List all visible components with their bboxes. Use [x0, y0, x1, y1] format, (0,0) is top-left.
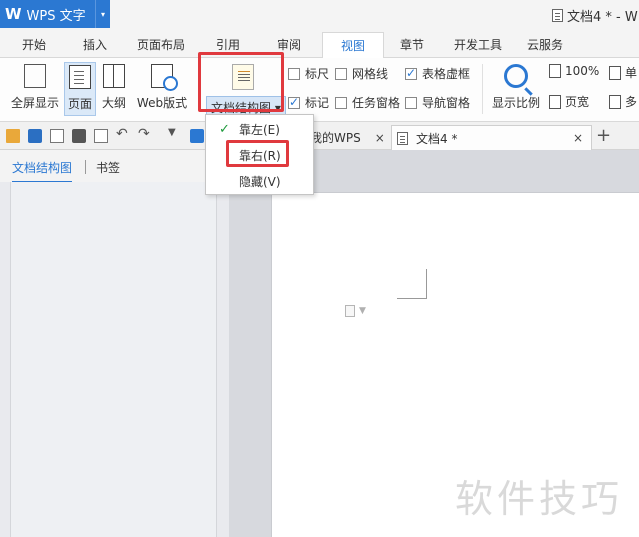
gridlines-checkbox[interactable] — [335, 67, 347, 80]
multi-page-button[interactable]: 多 — [609, 93, 637, 110]
export-pdf-icon[interactable] — [50, 129, 64, 143]
document-icon — [552, 9, 563, 22]
tab-chapter[interactable]: 章节 — [400, 36, 424, 53]
zoom-100-icon — [549, 64, 561, 78]
page-view-icon — [69, 65, 91, 89]
page-width-icon — [549, 94, 561, 109]
magnifier-icon — [504, 64, 528, 88]
cube-icon[interactable] — [190, 129, 204, 143]
zoom-ratio-button[interactable]: 显示比例 — [490, 62, 542, 116]
nav-pane-toggle[interactable]: 导航窗格 — [405, 94, 470, 111]
document-map-panel: 文档结构图 书签 — [0, 150, 229, 537]
doc-tab-document4[interactable]: 文档4 * × — [391, 125, 592, 150]
wps-logo-icon: W — [5, 5, 22, 23]
open-folder-icon[interactable] — [6, 129, 20, 143]
outline-view-button[interactable]: 大纲 — [99, 62, 129, 116]
panel-tab-divider — [85, 160, 86, 174]
window-title-text: 文档4 * - W — [567, 10, 638, 25]
app-name: WPS 文字 — [26, 8, 86, 24]
page-width-button[interactable]: 页宽 — [549, 93, 589, 110]
check-icon: ✓ — [219, 121, 230, 137]
single-page-icon — [609, 65, 621, 80]
tab-cloud[interactable]: 云服务 — [527, 36, 563, 53]
fullscreen-icon — [24, 64, 46, 88]
redo-icon[interactable]: ↷ — [138, 126, 152, 142]
task-pane-toggle[interactable]: 任务窗格 — [335, 94, 400, 111]
window-title: 文档4 * - W — [552, 6, 638, 25]
close-icon[interactable]: × — [375, 131, 385, 145]
margin-corner-mark — [397, 269, 427, 299]
tab-developer[interactable]: 开发工具 — [454, 36, 502, 53]
print-icon[interactable] — [72, 129, 86, 143]
new-tab-icon[interactable]: + — [596, 125, 611, 146]
chevron-down-icon: ▼ — [359, 306, 366, 316]
app-menu-arrow-icon[interactable]: ▾ — [95, 0, 110, 28]
ribbon-view: 全屏显示 页面 大纲 Web版式 文档结构图 ▾ 标尺 网格线 ✓ 表格虚框 ✓… — [0, 52, 639, 122]
save-icon[interactable] — [28, 129, 42, 143]
ruler-checkbox[interactable] — [288, 67, 300, 80]
gridlines-toggle[interactable]: 网格线 — [335, 65, 388, 82]
menu-item-dock-left[interactable]: ✓ 靠左(E) — [206, 117, 313, 141]
panel-tabs: 文档结构图 书签 — [0, 150, 229, 183]
word-doc-icon — [397, 131, 408, 145]
ruler-toggle[interactable]: 标尺 — [288, 65, 329, 82]
marks-checkbox[interactable] — [288, 95, 300, 109]
task-pane-checkbox[interactable] — [335, 96, 347, 109]
menu-bar: 开始 插入 页面布局 引用 审阅 视图 章节 开发工具 云服务 — [0, 32, 639, 59]
single-page-button[interactable]: 单 — [609, 64, 637, 81]
nav-pane-checkbox[interactable] — [405, 96, 417, 109]
app-menu-button[interactable]: W WPS 文字 ▾ — [0, 0, 110, 28]
tab-home[interactable]: 开始 — [22, 36, 46, 53]
multi-page-icon — [609, 94, 621, 109]
marks-toggle[interactable]: 标记 — [288, 94, 329, 111]
page-view-button[interactable]: 页面 — [64, 62, 96, 116]
highlight-dock-right-box — [226, 140, 289, 167]
fullscreen-button[interactable]: 全屏显示 — [8, 62, 62, 116]
tab-insert[interactable]: 插入 — [83, 36, 107, 53]
close-icon[interactable]: × — [573, 131, 583, 145]
ribbon-separator — [482, 64, 483, 114]
tab-bookmark[interactable]: 书签 — [96, 159, 120, 176]
tab-document-map[interactable]: 文档结构图 — [12, 159, 73, 183]
watermark: 软件技巧 — [455, 477, 624, 521]
document-map-tree[interactable] — [10, 182, 217, 537]
outline-view-icon — [103, 64, 125, 88]
highlight-doc-map-box — [198, 52, 284, 112]
quick-access-toolbar: ↶ ↷ ▼ 我的WPS × 文档4 * × + — [0, 122, 639, 150]
undo-icon[interactable]: ↶ — [116, 126, 130, 142]
table-gridlines-checkbox[interactable] — [405, 66, 417, 80]
tab-view[interactable]: 视图 — [322, 32, 385, 59]
web-view-button[interactable]: Web版式 — [134, 62, 190, 116]
customize-arrow-icon[interactable]: ▼ — [168, 127, 182, 141]
web-view-icon — [151, 64, 178, 91]
print-preview-icon[interactable] — [94, 129, 108, 143]
menu-item-hide[interactable]: 隐藏(V) — [206, 169, 313, 193]
tab-references[interactable]: 引用 — [216, 36, 240, 53]
title-bar: W WPS 文字 ▾ 文档4 * - W — [0, 0, 639, 32]
zoom-100-button[interactable]: 100% — [549, 64, 599, 78]
table-gridlines-toggle[interactable]: 表格虚框 — [405, 65, 470, 82]
tab-review[interactable]: 审阅 — [277, 36, 301, 53]
tab-page-layout[interactable]: 页面布局 — [137, 36, 185, 53]
wps-window: W WPS 文字 ▾ 文档4 * - W 开始 插入 页面布局 引用 审阅 视图… — [0, 0, 639, 537]
paragraph-layout-icon[interactable]: ▼ — [345, 305, 366, 317]
